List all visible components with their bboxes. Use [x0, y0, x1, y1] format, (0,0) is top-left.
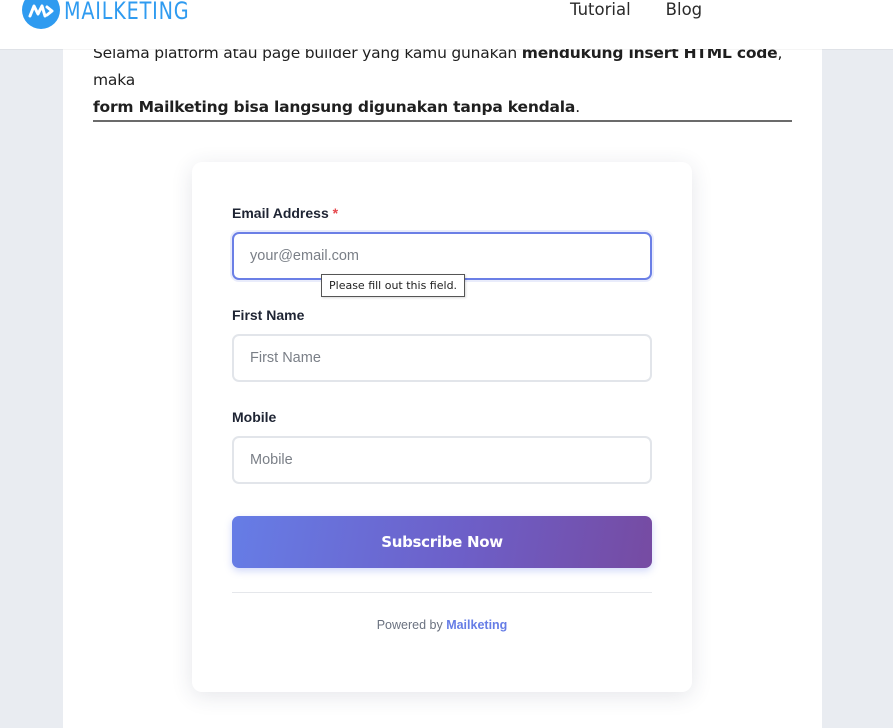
intro-paragraph: Selama platform atau page builder yang k… [93, 40, 793, 121]
powered-by-text: Powered by [376, 618, 443, 632]
required-marker: * [332, 205, 339, 221]
nav-link-blog[interactable]: Blog [666, 0, 702, 22]
card-divider [232, 592, 652, 593]
logo-mark-icon [22, 0, 60, 29]
subscribe-form-card: Email Address * First Name Mobile Subscr… [192, 162, 692, 692]
nav-link-tutorial[interactable]: Tutorial [570, 0, 631, 22]
logo-wordmark: MAILKETING [64, 0, 190, 25]
powered-by: Powered by Mailketing [192, 618, 692, 632]
mobile-input[interactable] [232, 436, 652, 484]
email-input[interactable] [232, 232, 652, 280]
intro-text-part: . [575, 98, 580, 116]
email-label: Email Address * [232, 205, 338, 221]
main-nav: Tutorial Blog [570, 0, 702, 22]
email-label-text: Email Address [232, 205, 329, 221]
first-name-input[interactable] [232, 334, 652, 382]
validation-tooltip: Please fill out this field. [321, 274, 466, 297]
first-name-label: First Name [232, 307, 305, 323]
section-divider [93, 120, 792, 122]
mailketing-link[interactable]: Mailketing [446, 618, 507, 632]
subscribe-button[interactable]: Subscribe Now [232, 516, 652, 568]
page: Selama platform atau page builder yang k… [0, 0, 893, 728]
intro-text-bold: form Mailketing bisa langsung digunakan … [93, 98, 576, 116]
mobile-label: Mobile [232, 409, 277, 425]
site-header: MAILKETING Tutorial Blog [0, 0, 893, 49]
site-logo[interactable]: MAILKETING [22, 0, 221, 29]
